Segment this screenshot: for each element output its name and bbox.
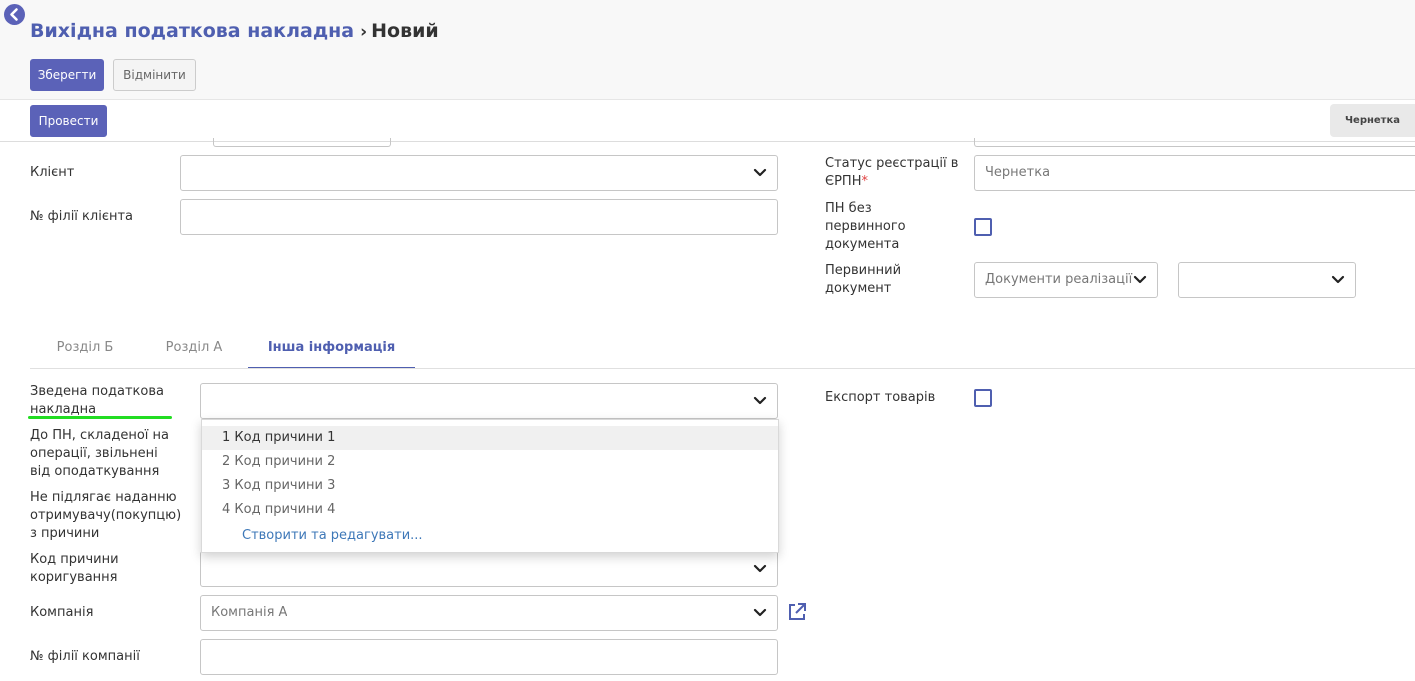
export-checkbox[interactable] — [974, 389, 992, 407]
create-and-edit-link[interactable]: Створити та редагувати... — [242, 524, 423, 548]
correction-code-select[interactable] — [200, 551, 778, 587]
primary-doc-type-value: Документи реалізації — [985, 272, 1133, 287]
company-select[interactable]: Компанія А — [200, 595, 778, 631]
chevron-down-icon — [753, 396, 767, 405]
dropdown-option[interactable]: 3 Код причини 3 — [202, 474, 778, 498]
primary-doc-select[interactable] — [1178, 262, 1356, 298]
erpn-status-value: Чернетка — [985, 165, 1051, 180]
company-branch-label: № філії компанії — [30, 649, 140, 664]
statusbar — [0, 101, 1415, 142]
correction-code-label: Код причини коригування — [30, 552, 119, 585]
consolidated-label: Зведена податкова накладна — [30, 384, 164, 417]
erpn-status-label: Статус реєстрації в ЄРПН* — [825, 155, 965, 191]
tab-other-info[interactable]: Інша інформація — [248, 331, 415, 369]
exempt-label: До ПН, складеної на операції, звільнені … — [30, 428, 169, 479]
client-branch-label: № філії клієнта — [30, 209, 133, 224]
chevron-down-icon — [1133, 275, 1147, 284]
tab-section-a[interactable]: Розділ А — [140, 331, 248, 369]
status-badge[interactable]: Чернетка — [1330, 104, 1415, 137]
breadcrumb: Вихідна податкова накладна › Новий — [30, 20, 439, 42]
breadcrumb-parent-link[interactable]: Вихідна податкова накладна — [30, 20, 354, 42]
scrolled-field-remnant — [213, 138, 391, 147]
tabs-divider — [30, 368, 1415, 369]
primary-doc-type-select[interactable]: Документи реалізації — [974, 262, 1158, 298]
dropdown-menu: 1 Код причини 1 2 Код причини 2 3 Код пр… — [201, 419, 779, 553]
primary-doc-label: Первинний документ — [825, 263, 902, 296]
erpn-status-field[interactable]: Чернетка — [974, 155, 1415, 191]
company-label: Компанія — [30, 605, 94, 620]
client-branch-input[interactable] — [180, 199, 778, 235]
no-primary-doc-checkbox[interactable] — [974, 218, 992, 236]
no-primary-doc-label: ПН без первинного документа — [825, 201, 906, 252]
save-button[interactable]: Зберегти — [30, 59, 104, 91]
company-value: Компанія А — [211, 605, 288, 620]
client-label: Клієнт — [30, 165, 75, 180]
tab-section-b[interactable]: Розділ Б — [30, 331, 140, 369]
client-select[interactable] — [180, 155, 778, 191]
erpn-status-label-text: Статус реєстрації в ЄРПН — [825, 156, 959, 189]
dropdown-option[interactable]: 4 Код причини 4 — [202, 498, 778, 522]
dropdown-option[interactable]: 1 Код причини 1 — [202, 426, 778, 450]
post-button[interactable]: Провести — [30, 105, 107, 137]
chevron-down-icon — [753, 564, 767, 573]
scrolled-field-remnant — [974, 138, 1415, 147]
external-link-icon[interactable] — [786, 601, 808, 623]
control-panel: Вихідна податкова накладна › Новий Зберегт… — [0, 0, 1415, 100]
breadcrumb-separator: › — [360, 22, 368, 42]
chevron-down-icon — [1331, 275, 1345, 284]
back-icon[interactable] — [4, 4, 25, 25]
export-label: Експорт товарів — [825, 390, 936, 405]
consolidated-select[interactable] — [200, 383, 778, 419]
chevron-down-icon — [753, 608, 767, 617]
chevron-down-icon — [753, 168, 767, 177]
company-branch-input[interactable] — [200, 639, 778, 675]
discard-button[interactable]: Відмінити — [113, 59, 196, 91]
page-title: Новий — [371, 20, 439, 42]
annotation-underline — [28, 416, 172, 419]
not-issued-label: Не підлягає наданню отримувачу(покупцю) … — [30, 490, 182, 541]
required-mark: * — [861, 174, 868, 189]
dropdown-option[interactable]: 2 Код причини 2 — [202, 450, 778, 474]
